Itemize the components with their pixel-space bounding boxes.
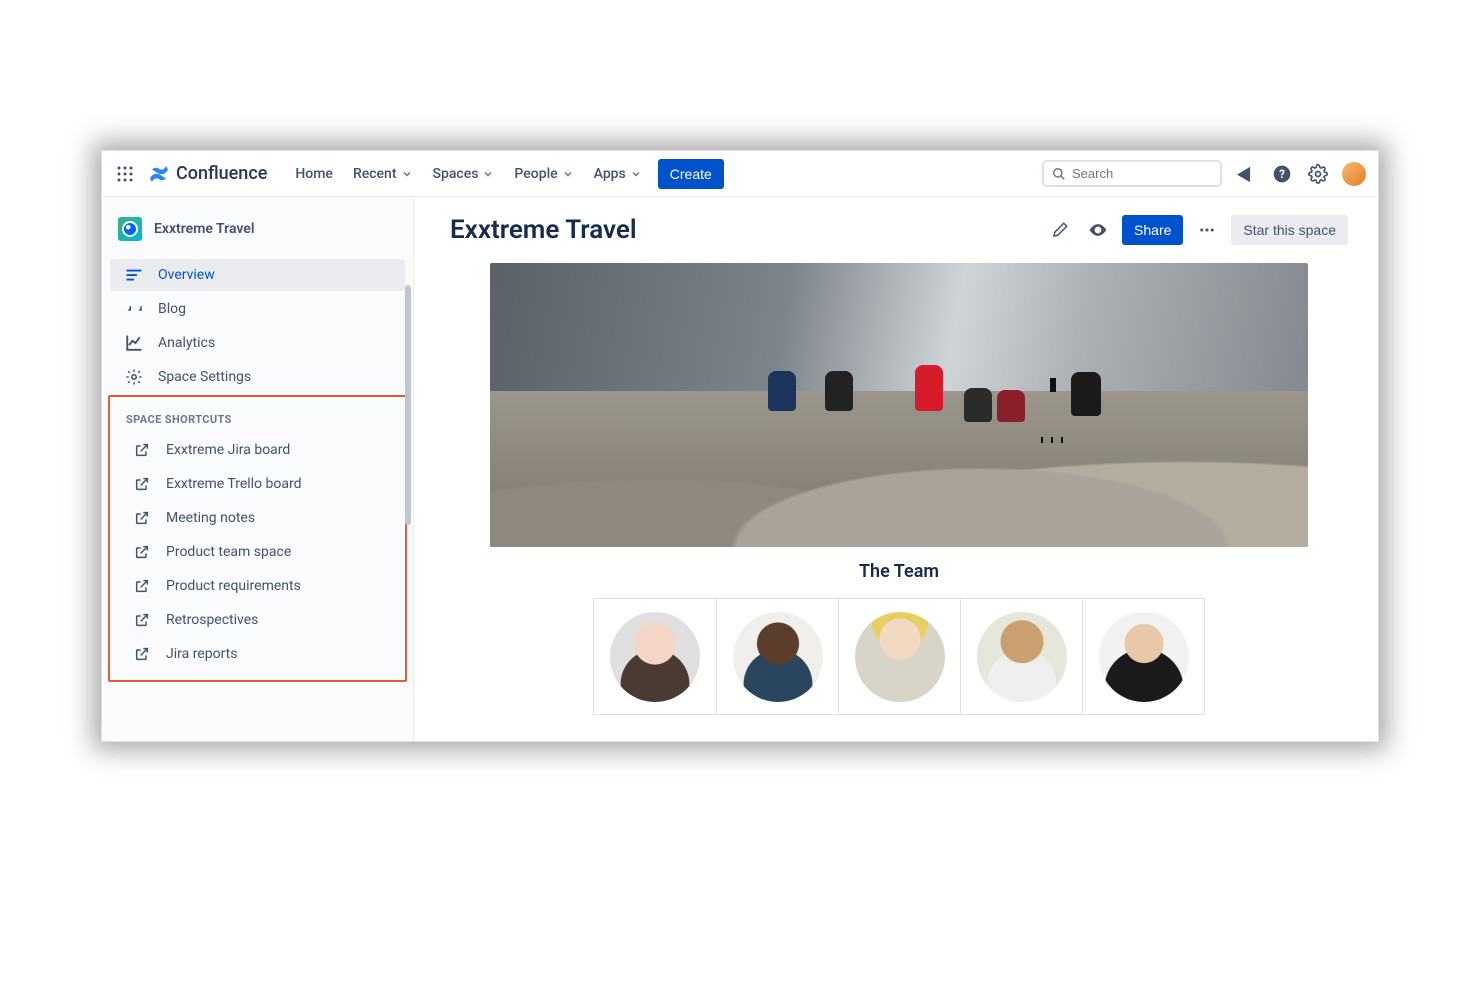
external-link-icon — [132, 644, 152, 664]
notifications-icon[interactable] — [1234, 162, 1258, 186]
shortcut-retrospectives[interactable]: Retrospectives — [118, 604, 397, 636]
space-title: Exxtreme Travel — [154, 221, 254, 237]
brand-logo-link[interactable]: Confluence — [148, 163, 267, 185]
nav-home[interactable]: Home — [287, 159, 341, 189]
external-link-icon — [132, 508, 152, 528]
nav-recent[interactable]: Recent — [345, 159, 421, 189]
settings-icon[interactable] — [1306, 162, 1330, 186]
nav-people-label: People — [514, 166, 557, 182]
nav-home-label: Home — [295, 166, 333, 182]
shortcuts-title: SPACE SHORTCUTS — [110, 401, 405, 432]
team-grid — [450, 598, 1348, 715]
page-title: Exxtreme Travel — [450, 215, 1036, 245]
gear-icon — [124, 367, 144, 387]
sidebar-item-label: Analytics — [158, 335, 215, 351]
shortcut-label: Product team space — [166, 544, 291, 560]
search-box[interactable] — [1042, 160, 1222, 187]
shortcut-label: Retrospectives — [166, 612, 258, 628]
sidebar-item-label: Space Settings — [158, 369, 251, 385]
team-member[interactable] — [716, 599, 838, 714]
shortcut-label: Product requirements — [166, 578, 301, 594]
team-member[interactable] — [960, 599, 1082, 714]
external-link-icon — [132, 610, 152, 630]
space-logo-icon — [118, 217, 142, 241]
chevron-down-icon — [562, 168, 574, 180]
top-nav: Confluence Home Recent Spaces People App… — [102, 151, 1378, 197]
main-content: Exxtreme Travel Share Star this space — [414, 197, 1378, 741]
external-link-icon — [132, 576, 152, 596]
team-member[interactable] — [594, 599, 716, 714]
more-actions-icon[interactable] — [1193, 216, 1221, 244]
nav-recent-label: Recent — [353, 166, 397, 182]
brand-name: Confluence — [176, 163, 267, 184]
avatar-image — [733, 612, 823, 702]
avatar-image — [977, 612, 1067, 702]
avatar-image — [1099, 612, 1189, 702]
watch-icon[interactable] — [1084, 216, 1112, 244]
confluence-logo-icon — [148, 163, 170, 185]
chevron-down-icon — [482, 168, 494, 180]
sidebar: Exxtreme Travel Overview Blog Analytics — [102, 197, 414, 741]
external-link-icon — [132, 542, 152, 562]
blog-icon — [124, 299, 144, 319]
hero-image — [490, 263, 1308, 547]
help-icon[interactable]: ? — [1270, 162, 1294, 186]
external-link-icon — [132, 474, 152, 494]
primary-nav: Home Recent Spaces People Apps Create — [287, 159, 723, 189]
sidebar-item-analytics[interactable]: Analytics — [110, 327, 405, 359]
shortcut-meeting-notes[interactable]: Meeting notes — [118, 502, 397, 534]
edit-icon[interactable] — [1046, 216, 1074, 244]
nav-spaces-label: Spaces — [433, 166, 479, 182]
shortcut-jira-reports[interactable]: Jira reports — [118, 638, 397, 670]
shortcut-label: Exxtreme Jira board — [166, 442, 290, 458]
star-space-button[interactable]: Star this space — [1231, 215, 1348, 245]
team-member[interactable] — [838, 599, 960, 714]
share-button[interactable]: Share — [1122, 215, 1183, 245]
sidebar-item-label: Overview — [158, 267, 215, 283]
external-link-icon — [132, 440, 152, 460]
app-body: Exxtreme Travel Overview Blog Analytics — [102, 197, 1378, 741]
space-header[interactable]: Exxtreme Travel — [102, 207, 413, 257]
shortcut-label: Exxtreme Trello board — [166, 476, 301, 492]
shortcut-label: Meeting notes — [166, 510, 255, 526]
chevron-down-icon — [630, 168, 642, 180]
shortcut-product-team-space[interactable]: Product team space — [118, 536, 397, 568]
chevron-down-icon — [401, 168, 413, 180]
nav-apps-label: Apps — [594, 166, 626, 182]
sidebar-item-blog[interactable]: Blog — [110, 293, 405, 325]
shortcut-jira-board[interactable]: Exxtreme Jira board — [118, 434, 397, 466]
shortcut-product-requirements[interactable]: Product requirements — [118, 570, 397, 602]
sidebar-item-space-settings[interactable]: Space Settings — [110, 361, 405, 393]
scrollbar[interactable] — [405, 285, 411, 525]
team-heading: The Team — [450, 561, 1348, 582]
user-avatar[interactable] — [1342, 162, 1366, 186]
nav-apps[interactable]: Apps — [586, 159, 650, 189]
analytics-icon — [124, 333, 144, 353]
avatar-image — [855, 612, 945, 702]
search-input[interactable] — [1072, 166, 1212, 181]
svg-text:?: ? — [1279, 167, 1285, 181]
app-window: Confluence Home Recent Spaces People App… — [101, 150, 1379, 742]
space-shortcuts-section: SPACE SHORTCUTS Exxtreme Jira board Exxt… — [108, 395, 407, 682]
shortcut-label: Jira reports — [166, 646, 237, 662]
overview-icon — [124, 265, 144, 285]
team-member[interactable] — [1082, 599, 1204, 714]
shortcut-trello-board[interactable]: Exxtreme Trello board — [118, 468, 397, 500]
avatar-image — [610, 612, 700, 702]
nav-people[interactable]: People — [506, 159, 581, 189]
app-switcher-icon[interactable] — [114, 163, 136, 185]
page-header: Exxtreme Travel Share Star this space — [450, 215, 1348, 245]
sidebar-item-overview[interactable]: Overview — [110, 259, 405, 291]
search-icon — [1052, 167, 1066, 181]
create-button[interactable]: Create — [658, 159, 724, 189]
nav-spaces[interactable]: Spaces — [425, 159, 503, 189]
sidebar-item-label: Blog — [158, 301, 186, 317]
